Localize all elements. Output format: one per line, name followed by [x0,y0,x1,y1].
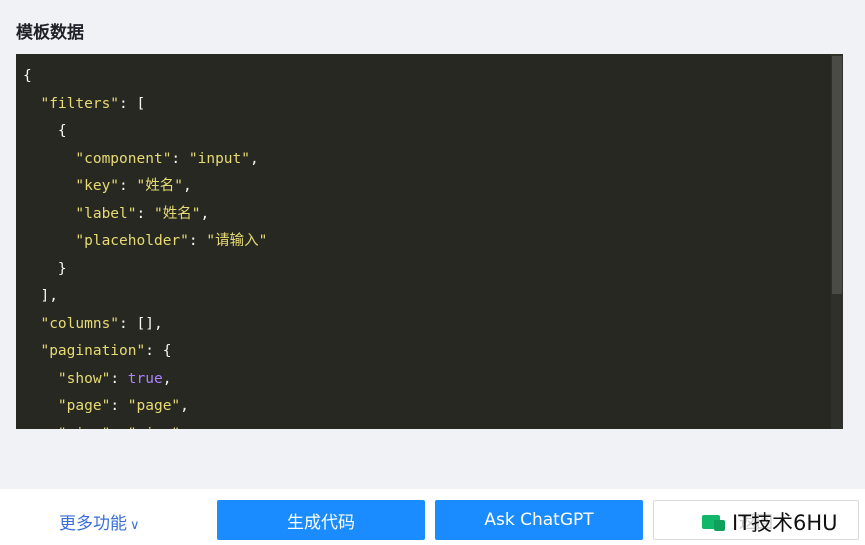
code-token: "姓名" [153,205,201,222]
code-line: "key": "姓名", [23,173,267,201]
code-line: "show": true, [23,366,267,394]
code-line: "placeholder": "请输入" [23,228,267,256]
generate-code-button[interactable]: 生成代码 [217,500,425,540]
code-line: "label": "姓名", [23,201,267,229]
code-token: : { [145,343,172,359]
code-token: { [23,68,32,84]
code-token: , [180,426,189,430]
code-token: : [110,370,128,387]
code-token: "page" [127,398,181,414]
more-features-label: 更多功能 [59,514,127,534]
code-token: true [127,370,163,387]
wechat-logo-icon [700,511,726,533]
code-line: "page": "page", [23,393,267,421]
code-token: : [], [119,315,163,332]
code-token: "label" [75,205,137,222]
code-token: ], [23,288,58,304]
scrollbar-thumb[interactable] [832,56,842,294]
watermark-text: IT技术6HU [732,511,838,535]
code-token: , [182,178,192,194]
code-token: : [110,426,127,430]
code-token: , [162,370,172,387]
section-title: 模板数据 [16,23,84,43]
code-token: : [110,398,128,414]
code-token: , [180,398,189,414]
chevron-down-icon: ∨ [130,518,140,533]
code-line: "filters": [ [23,91,267,119]
code-editor[interactable]: { "filters": [ { "component": "input", "… [16,54,843,429]
code-token: , [250,150,259,167]
code-token: "input" [188,150,250,167]
code-token: "placeholder" [75,233,189,249]
footer-bar: 更多功能∨ 生成代码 Ask ChatGPT 返回 IT技术6HU [0,489,865,545]
code-line: { [23,118,267,146]
code-token: : [171,150,189,167]
code-token: : [136,205,154,222]
code-token: "姓名" [136,178,183,194]
code-token: , [200,205,210,222]
code-token: { [23,123,67,139]
code-token: } [23,260,67,277]
code-line: "size": "size", [23,421,267,430]
code-token: "show" [57,370,111,387]
code-token: "key" [75,178,120,194]
code-token: : [119,178,137,194]
code-line: { [23,63,267,91]
code-token: : [ [119,95,146,112]
code-line: "pagination": { [23,338,267,366]
code-token: "columns" [40,315,120,332]
code-token: : [188,233,207,249]
code-line: "component": "input", [23,146,267,174]
code-line: } [23,256,267,284]
code-token: "pagination" [40,343,146,359]
code-token: "component" [75,150,172,167]
code-token: "size" [58,426,110,430]
code-token: "page" [57,398,111,414]
code-line: ], [23,283,267,311]
code-token: "filters" [40,95,120,112]
more-features-dropdown[interactable]: 更多功能 ∨ [59,509,140,534]
editor-scrollbar[interactable] [831,54,843,429]
watermark: IT技术6HU [700,507,838,537]
code-content[interactable]: { "filters": [ { "component": "input", "… [23,63,267,429]
code-token: "请输入" [206,233,268,249]
code-line: "columns": [], [23,311,267,339]
ask-chatgpt-button[interactable]: Ask ChatGPT [435,500,643,540]
code-token: "size" [128,426,180,430]
